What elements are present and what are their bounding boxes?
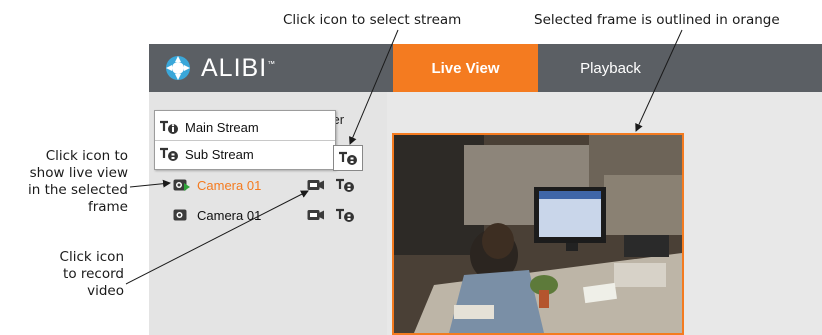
camera-row[interactable]: Camera 01 [173,204,261,226]
record-icon[interactable] [307,178,325,192]
live-view-icon[interactable] [173,178,191,192]
alibi-logo-icon [166,56,190,80]
select-stream-button[interactable] [333,145,363,171]
stream-select-icon[interactable] [335,176,355,194]
annotation-selected-frame: Selected frame is outlined in orange [534,12,780,28]
annotation-line: video [87,283,124,299]
main-stream-icon [160,120,178,134]
camera-row-active[interactable]: Camera 01 [173,174,261,196]
tab-label: Playback [580,59,641,77]
camera-label: Camera 01 [197,207,262,223]
annotation-live-view: Click icon to show live view in the sele… [4,148,128,216]
tab-live-view[interactable]: Live View [393,44,538,92]
record-icon[interactable] [307,208,325,222]
menu-item-sub-stream[interactable]: Sub Stream [159,141,254,167]
annotation-line: Click icon [59,249,124,265]
logo-wordmark: ALIBI™ [201,54,276,83]
annotation-select-stream: Click icon to select stream [283,12,462,28]
annotation-line: show live view [29,165,128,181]
stream-menu: Main Stream Sub Stream [154,110,336,170]
menu-item-main-stream[interactable]: Main Stream [159,114,259,140]
tab-playback[interactable]: Playback [538,44,683,92]
app-header: ALIBI™ Live View Playback [149,44,822,92]
camera-icon[interactable] [173,208,191,222]
sub-stream-icon [160,147,178,161]
annotation-record: Click icon to record video [30,249,124,300]
selected-video-frame[interactable] [392,133,684,335]
menu-item-label: Sub Stream [185,146,254,162]
menu-item-label: Main Stream [185,119,259,135]
tab-label: Live View [431,59,500,77]
camera-label: Camera 01 [197,177,262,193]
logo-trademark: ™ [267,59,277,69]
stream-select-icon[interactable] [335,206,355,224]
camera-feed-image [394,135,682,333]
stream-select-icon [339,151,357,165]
annotation-line: in the selected [27,182,128,198]
annotation-line: Click icon to [45,148,128,164]
logo-name: ALIBI [201,53,268,82]
annotation-line: to record [63,266,124,282]
alibi-logo: ALIBI™ [163,53,276,83]
annotation-line: frame [87,199,128,215]
